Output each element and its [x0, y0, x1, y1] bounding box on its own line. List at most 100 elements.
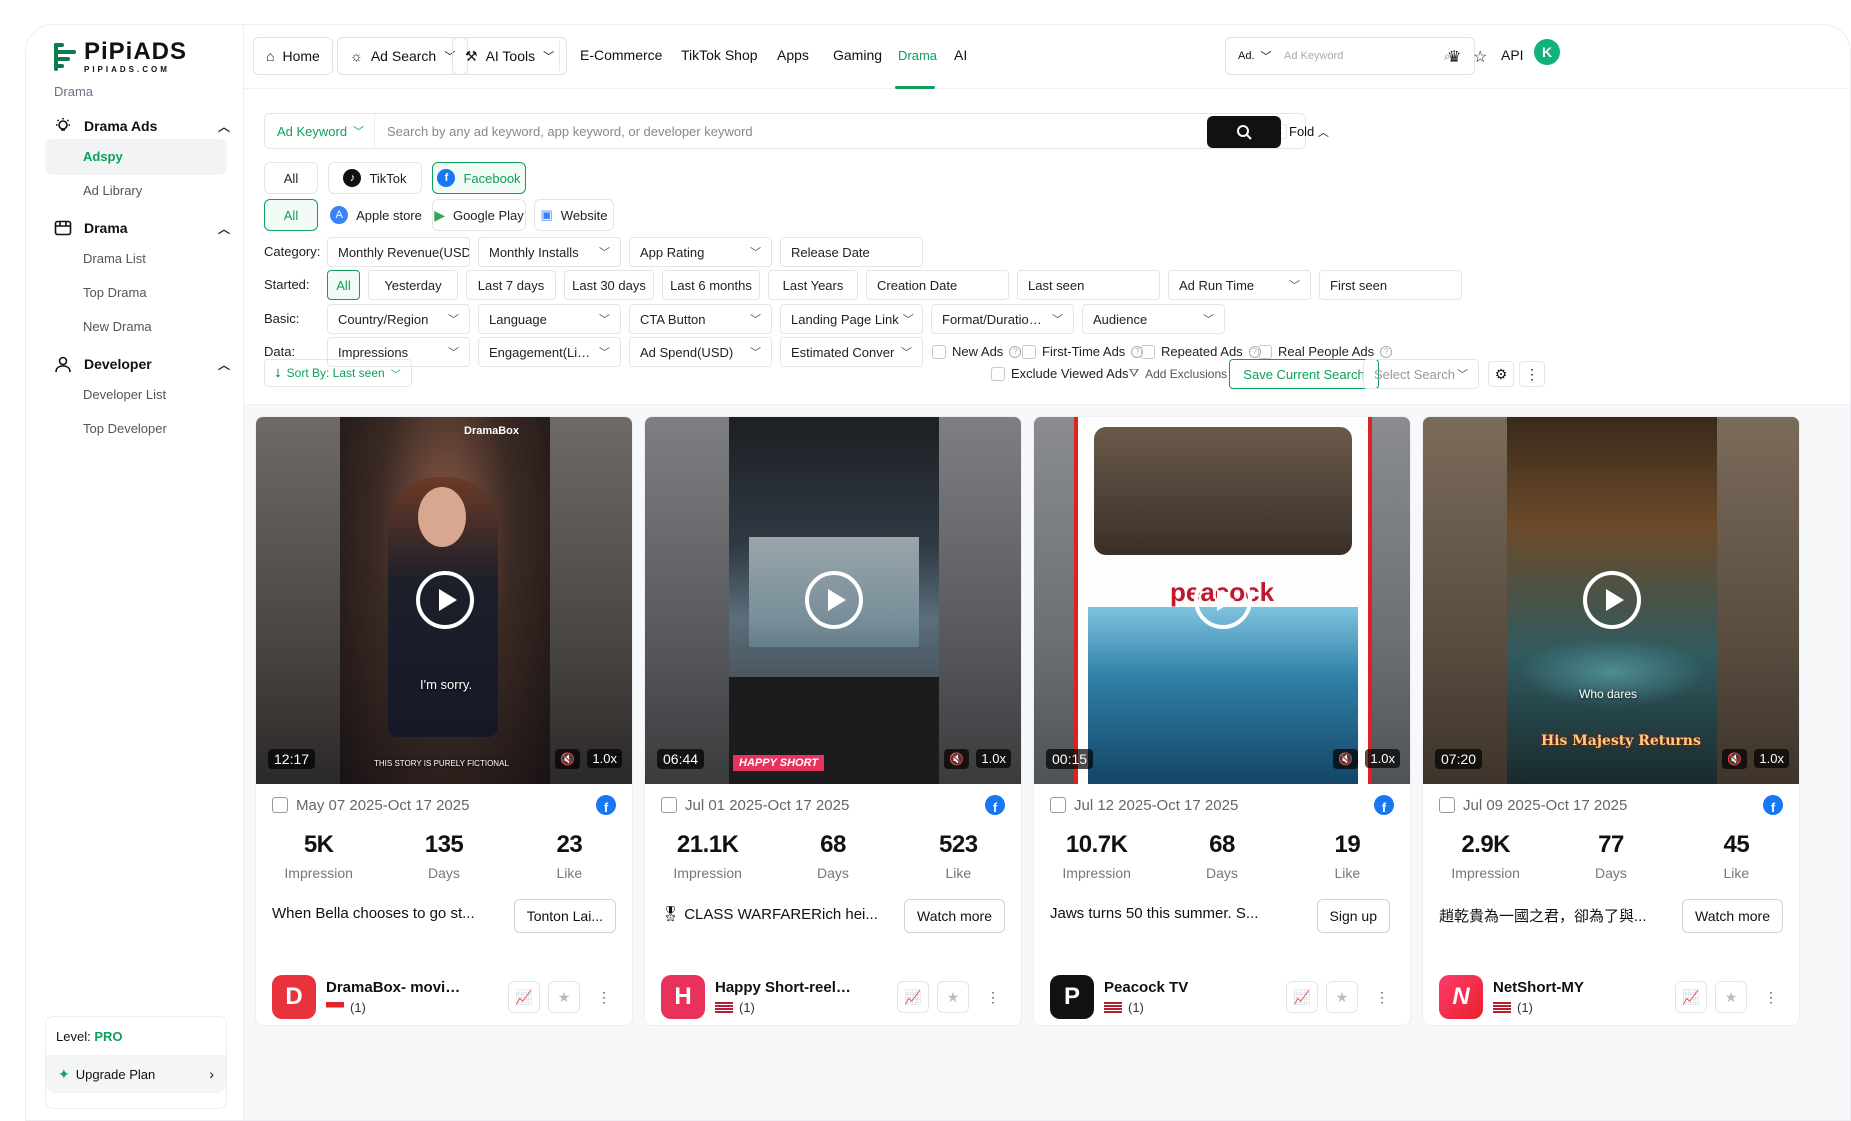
playback-speed[interactable]: 1.0x: [587, 749, 622, 768]
settings-icon[interactable]: ⚙: [1488, 361, 1514, 387]
more-icon[interactable]: ⋮: [1755, 981, 1787, 1013]
avatar[interactable]: K: [1534, 39, 1560, 65]
chevron-down-icon: ﹀: [1457, 369, 1468, 381]
cta-button[interactable]: Sign up: [1316, 899, 1390, 933]
plan-level: Level: PRO: [56, 1029, 123, 1044]
flag-us-icon: [1493, 1002, 1511, 1013]
play-icon[interactable]: [1194, 571, 1252, 629]
calendar-icon: [52, 217, 74, 239]
top-search-input[interactable]: Ad Keyword: [1280, 50, 1444, 62]
ad-thumbnail[interactable]: Who dares His Majesty Returns 07:20 🔇 1.…: [1423, 417, 1799, 784]
video-duration: 00:15: [1046, 749, 1094, 769]
app-icon[interactable]: P: [1050, 975, 1094, 1019]
app-name[interactable]: DramaBox- movie...: [326, 979, 466, 996]
chart-icon[interactable]: 📈: [1675, 981, 1707, 1013]
save-current-search-button[interactable]: Save Current Search: [1229, 359, 1379, 389]
play-icon[interactable]: [416, 571, 474, 629]
star-icon[interactable]: ★: [937, 981, 969, 1013]
crown-icon[interactable]: ♛: [1447, 47, 1461, 67]
facebook-icon: f: [1763, 795, 1783, 815]
ad-card[interactable]: Who dares His Majesty Returns 07:20 🔇 1.…: [1422, 416, 1800, 1026]
ad-card[interactable]: HAPPY SHORT 06:44 🔇 1.0x Jul 01 2025-Oct…: [644, 416, 1022, 1026]
upgrade-plan-button[interactable]: ✦ Upgrade Plan ›: [46, 1055, 226, 1093]
sidebar-item-adspy[interactable]: Adspy: [45, 139, 227, 175]
country-count: (1): [1517, 1000, 1533, 1015]
sort-by-select[interactable]: ⭣ Sort By: Last seen ﹀: [264, 359, 412, 387]
star-icon[interactable]: ★: [1326, 981, 1358, 1013]
filter-icon: ⛛: [1129, 366, 1140, 380]
user-icon: [52, 353, 74, 375]
chart-icon[interactable]: 📈: [897, 981, 929, 1013]
sidebar-item-top-developer[interactable]: Top Developer: [45, 411, 227, 447]
mute-icon[interactable]: 🔇: [1722, 749, 1747, 769]
more-icon[interactable]: ⋮: [1519, 361, 1545, 387]
more-icon[interactable]: ⋮: [588, 981, 620, 1013]
ad-card[interactable]: DramaBox I'm sorry. THIS STORY IS PURELY…: [255, 416, 633, 1026]
sidebar-item-drama-list[interactable]: Drama List: [45, 241, 227, 277]
ad-description: 🎖 CLASS WARFARERich hei...: [661, 906, 878, 923]
cta-button[interactable]: Watch more: [904, 899, 1005, 933]
app-name[interactable]: Peacock TV: [1104, 979, 1244, 996]
country-count: (1): [350, 1000, 366, 1015]
ad-thumbnail[interactable]: peacock 00:15 🔇 1.0x: [1034, 417, 1410, 784]
sidebar-item-developer-list[interactable]: Developer List: [45, 377, 227, 413]
playback-speed[interactable]: 1.0x: [1365, 749, 1400, 768]
star-icon[interactable]: ☆: [1473, 47, 1487, 67]
logo[interactable]: PiPiADS PIPIADS.COM: [54, 39, 187, 75]
app-name[interactable]: Happy Short-reels...: [715, 979, 855, 996]
nav-apps[interactable]: Apps: [777, 47, 809, 63]
cta-button[interactable]: Tonton Lai...: [513, 899, 616, 933]
nav-drama[interactable]: Drama: [898, 48, 937, 63]
ad-card[interactable]: peacock 00:15 🔇 1.0x Jul 12 2025-Oct 17 …: [1033, 416, 1411, 1026]
select-search-dropdown[interactable]: Select Search ﹀: [1363, 359, 1479, 389]
impression-value: 2.9K: [1461, 831, 1511, 858]
like-value: 523: [939, 831, 978, 858]
exclude-viewed-ads[interactable]: Exclude Viewed Ads: [991, 366, 1129, 381]
more-icon[interactable]: ⋮: [1366, 981, 1398, 1013]
play-icon[interactable]: [1583, 571, 1641, 629]
nav-gaming[interactable]: Gaming: [833, 47, 882, 63]
star-icon[interactable]: ★: [548, 981, 580, 1013]
impression-label: Impression: [1451, 865, 1520, 881]
home-button[interactable]: ⌂ Home: [253, 37, 333, 75]
ad-description: 趙乾貴為一國之君，卻為了與...: [1439, 908, 1647, 925]
ad-overlay-footer: THIS STORY IS PURELY FICTIONAL: [374, 759, 509, 768]
chevron-right-icon: ›: [209, 1066, 214, 1082]
sidebar-group-drama-ads[interactable]: Drama Ads ︿: [52, 115, 230, 137]
mute-icon[interactable]: 🔇: [944, 749, 969, 769]
nav-ai[interactable]: AI: [954, 47, 967, 63]
app-icon[interactable]: N: [1439, 975, 1483, 1019]
sidebar-item-ad-library[interactable]: Ad Library: [45, 173, 227, 209]
ad-thumbnail[interactable]: DramaBox I'm sorry. THIS STORY IS PURELY…: [256, 417, 632, 784]
playback-speed[interactable]: 1.0x: [1754, 749, 1789, 768]
sidebar-item-top-drama[interactable]: Top Drama: [45, 275, 227, 311]
chart-icon[interactable]: 📈: [1286, 981, 1318, 1013]
more-icon[interactable]: ⋮: [977, 981, 1009, 1013]
star-icon[interactable]: ★: [1715, 981, 1747, 1013]
search-scope-select[interactable]: Ad. ﹀: [1226, 48, 1280, 64]
mute-icon[interactable]: 🔇: [555, 749, 580, 769]
app-name[interactable]: NetShort-MY: [1493, 979, 1633, 996]
mute-icon[interactable]: 🔇: [1333, 749, 1358, 769]
api-link[interactable]: API: [1501, 47, 1524, 63]
ai-tools-button[interactable]: ⚒ AI Tools ﹀: [452, 37, 568, 75]
sidebar-group-drama[interactable]: Drama ︿: [52, 217, 230, 239]
sidebar-group-label: Drama Ads: [84, 118, 158, 134]
video-duration: 12:17: [268, 749, 316, 769]
country-count: (1): [739, 1000, 755, 1015]
add-exclusions-button[interactable]: ⛛ Add Exclusions: [1129, 366, 1227, 381]
sidebar-group-developer[interactable]: Developer ︿: [52, 353, 230, 375]
ad-search-button[interactable]: ☼ Ad Search ﹀: [337, 37, 469, 75]
nav-tiktok-shop[interactable]: TikTok Shop: [681, 47, 758, 63]
app-icon[interactable]: D: [272, 975, 316, 1019]
sidebar-item-new-drama[interactable]: New Drama: [45, 309, 227, 345]
play-icon[interactable]: [805, 571, 863, 629]
days-label: Days: [1595, 865, 1627, 881]
app-icon[interactable]: H: [661, 975, 705, 1019]
nav-ecommerce[interactable]: E-Commerce: [580, 47, 662, 63]
chart-icon[interactable]: 📈: [508, 981, 540, 1013]
like-value: 19: [1334, 831, 1361, 858]
cta-button[interactable]: Watch more: [1682, 899, 1783, 933]
playback-speed[interactable]: 1.0x: [976, 749, 1011, 768]
ad-thumbnail[interactable]: HAPPY SHORT 06:44 🔇 1.0x: [645, 417, 1021, 784]
